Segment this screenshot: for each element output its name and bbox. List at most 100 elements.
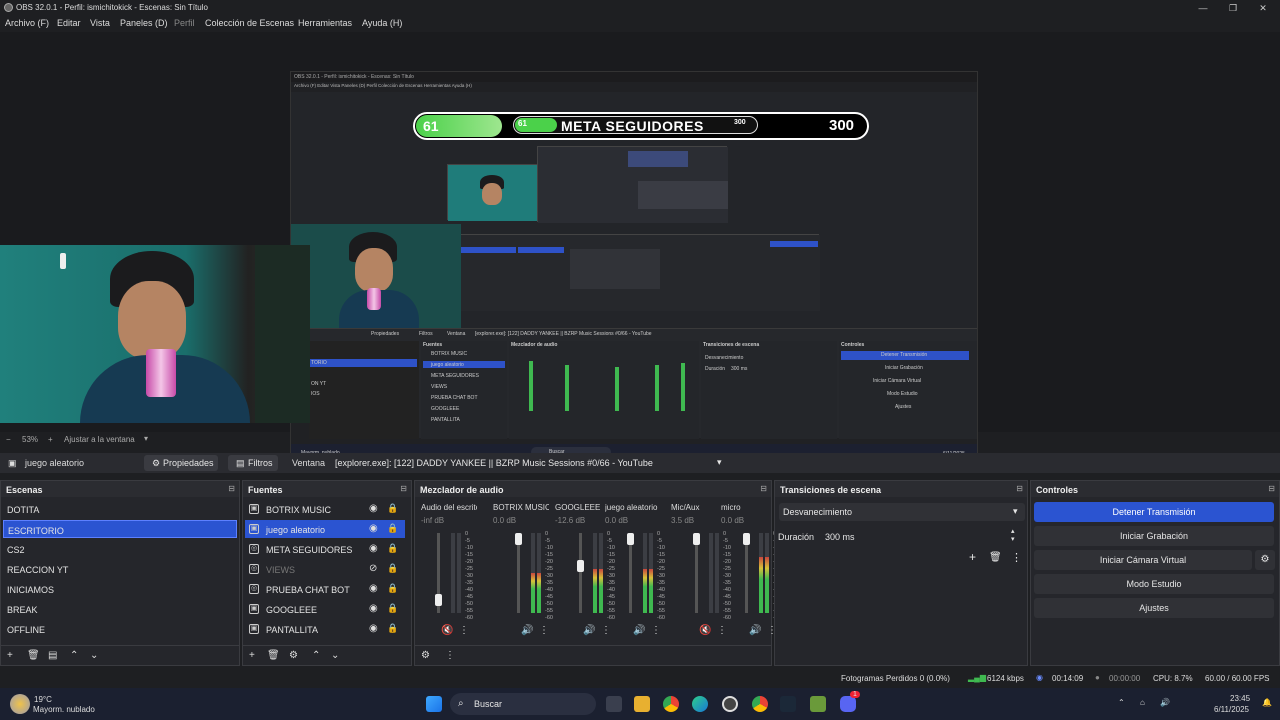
fader-handle[interactable] (577, 560, 584, 573)
zoom-in-button[interactable]: + (48, 435, 53, 444)
chevron-down-icon[interactable]: ▾ (144, 434, 148, 443)
more-options-icon[interactable]: ⋮ (717, 625, 727, 636)
spin-up-icon[interactable]: ▴ (1011, 527, 1015, 535)
undock-icon[interactable]: ⊟ (1016, 484, 1023, 493)
speaker-icon[interactable]: 🔊 (749, 625, 761, 636)
more-options-icon[interactable]: ⋮ (445, 650, 455, 661)
chevron-up-icon[interactable]: ⌃ (1118, 698, 1125, 707)
eye-icon[interactable]: ◉ (369, 523, 378, 534)
volume-fader[interactable] (693, 533, 700, 613)
settings-button[interactable]: Ajustes (1034, 598, 1274, 618)
lock-icon[interactable]: 🔒 (387, 503, 398, 514)
menu-herramientas[interactable]: Herramientas (298, 18, 352, 28)
source-item[interactable]: ◎ VIEWS ⊘ 🔒 (245, 560, 405, 578)
lock-icon[interactable]: 🔒 (387, 563, 398, 574)
network-icon[interactable]: ⌂ (1140, 698, 1145, 707)
add-transition-button[interactable]: + (969, 550, 976, 564)
task-view-icon[interactable] (606, 696, 622, 712)
edge-icon[interactable] (692, 696, 708, 712)
trash-icon[interactable]: 🗑 (267, 650, 280, 661)
scene-item[interactable]: INICIAMOS (3, 580, 237, 598)
zoom-out-button[interactable]: − (6, 435, 11, 444)
lock-icon[interactable]: 🔒 (387, 543, 398, 554)
start-recording-button[interactable]: Iniciar Grabación (1034, 526, 1274, 546)
undock-icon[interactable]: ⊟ (760, 484, 767, 493)
fader-handle[interactable] (743, 533, 750, 545)
speaker-icon[interactable]: 🔊 (521, 625, 533, 636)
speaker-icon[interactable]: 🔊 (583, 625, 595, 636)
scene-item[interactable]: DOTITA (3, 500, 237, 518)
add-source-button[interactable]: + (249, 650, 255, 661)
studio-mode-button[interactable]: Modo Estudio (1034, 574, 1274, 594)
eye-off-icon[interactable]: ⊘ (369, 563, 377, 574)
lock-icon[interactable]: 🔒 (387, 523, 398, 534)
menu-paneles[interactable]: Paneles (D) (120, 18, 168, 28)
more-options-icon[interactable]: ⋮ (601, 625, 611, 636)
move-down-icon[interactable]: ⌄ (331, 650, 339, 661)
spin-down-icon[interactable]: ▾ (1011, 535, 1015, 543)
windows-start-icon[interactable] (426, 696, 442, 712)
close-button[interactable]: ✕ (1248, 0, 1278, 16)
menu-editar[interactable]: Editar (57, 18, 81, 28)
move-up-icon[interactable]: ⌃ (312, 650, 320, 661)
menu-perfil[interactable]: Perfil (174, 18, 195, 28)
add-scene-button[interactable]: + (7, 650, 13, 661)
window-select[interactable]: [explorer.exe]: [122] DADDY YANKEE || BZ… (333, 455, 729, 471)
eye-icon[interactable]: ◉ (369, 543, 378, 554)
menu-ayuda[interactable]: Ayuda (H) (362, 18, 402, 28)
lock-icon[interactable]: 🔒 (387, 603, 398, 614)
scene-item[interactable]: REACCION YT (3, 560, 237, 578)
eye-icon[interactable]: ◉ (369, 583, 378, 594)
more-options-icon[interactable]: ⋮ (651, 625, 661, 636)
filters-button[interactable]: ▤ Filtros (228, 455, 278, 471)
fader-handle[interactable] (515, 533, 522, 545)
gear-icon[interactable]: ⚙ (421, 650, 430, 661)
volume-fader[interactable] (435, 533, 442, 613)
chrome-icon[interactable] (663, 696, 679, 712)
clock-date[interactable]: 6/11/2025 (1214, 705, 1249, 714)
duration-spinbox[interactable]: 300 ms ▴ ▾ (821, 527, 1025, 545)
undock-icon[interactable]: ⊟ (228, 484, 235, 493)
transition-select[interactable]: Desvanecimiento ▾ (779, 503, 1025, 521)
fit-window-option[interactable]: Ajustar a la ventana (64, 435, 135, 444)
scene-item[interactable]: BREAK (3, 600, 237, 618)
start-virtual-camera-button[interactable]: Iniciar Cámara Virtual (1034, 550, 1252, 570)
obs-icon[interactable] (722, 696, 738, 712)
source-item[interactable]: ▣ juego aleatorio ◉ 🔒 (245, 520, 405, 538)
speaker-icon[interactable]: 🔊 (633, 625, 645, 636)
source-item[interactable]: ▣ GOOGLEEE ◉ 🔒 (245, 600, 405, 618)
undock-icon[interactable]: ⊟ (400, 484, 407, 493)
gear-icon[interactable]: ⚙ (289, 650, 298, 661)
eye-icon[interactable]: ◉ (369, 603, 378, 614)
lock-icon[interactable]: 🔒 (387, 583, 398, 594)
stop-stream-button[interactable]: Detener Transmisión (1034, 502, 1274, 522)
volume-fader[interactable] (743, 533, 750, 613)
move-up-icon[interactable]: ⌃ (70, 650, 78, 661)
muted-speaker-icon[interactable]: 🔇 (699, 625, 711, 636)
trash-icon[interactable]: 🗑 (27, 650, 40, 661)
scene-item[interactable]: ESCRITORIO (3, 520, 237, 538)
source-item[interactable]: ◎ META SEGUIDORES ◉ 🔒 (245, 540, 405, 558)
minimize-button[interactable]: — (1188, 0, 1218, 16)
clock-time[interactable]: 23:45 (1230, 694, 1250, 703)
fader-handle[interactable] (627, 533, 634, 545)
more-options-icon[interactable]: ⋮ (459, 625, 469, 636)
lock-icon[interactable]: 🔒 (387, 623, 398, 634)
fader-handle[interactable] (435, 594, 442, 607)
maximize-button[interactable]: ❐ (1218, 0, 1248, 16)
speaker-icon[interactable]: 🔊 (1160, 698, 1170, 707)
menu-coleccion-escenas[interactable]: Colección de Escenas (205, 18, 294, 28)
scene-filters-icon[interactable]: ▤ (48, 650, 57, 661)
volume-fader[interactable] (577, 533, 584, 613)
menu-archivo[interactable]: Archivo (F) (5, 18, 49, 28)
scene-item[interactable]: OFFLINE (3, 620, 237, 638)
notification-icon[interactable]: 🔔 (1262, 698, 1272, 707)
menu-vista[interactable]: Vista (90, 18, 110, 28)
properties-button[interactable]: ⚙ Propiedades (144, 455, 218, 471)
scene-item[interactable]: CS2 (3, 540, 237, 558)
source-item[interactable]: ◎ PRUEBA CHAT BOT ◉ 🔒 (245, 580, 405, 598)
chrome-profile-icon[interactable] (752, 696, 768, 712)
taskbar-search[interactable]: ⌕ Buscar (450, 693, 596, 715)
trash-icon[interactable]: 🗑 (989, 552, 1002, 563)
file-explorer-icon[interactable] (634, 696, 650, 712)
